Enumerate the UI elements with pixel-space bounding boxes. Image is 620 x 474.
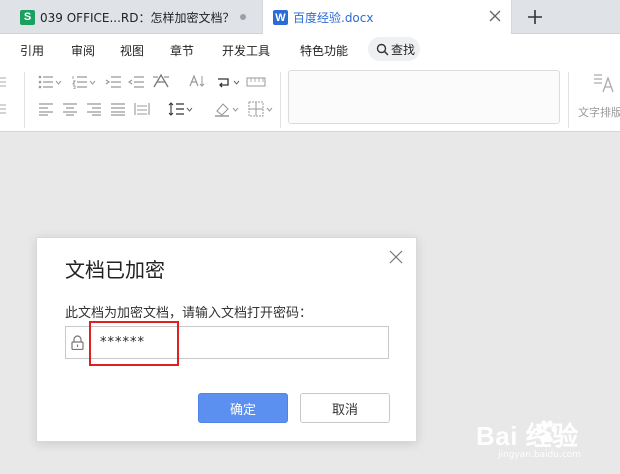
distributed-align-icon[interactable]	[134, 102, 150, 116]
unsaved-dot-icon	[240, 14, 246, 20]
dialog-message: 此文档为加密文档，请输入文档打开密码：	[65, 306, 313, 321]
watermark-brand: Bai 经验	[476, 421, 579, 451]
spreadsheet-icon: S	[20, 9, 35, 25]
chinese-layout-icon[interactable]	[152, 73, 170, 89]
style-dropdown-icon[interactable]	[0, 75, 8, 89]
menu-item-references[interactable]: 引用	[20, 42, 44, 59]
table-ruler-icon[interactable]	[246, 75, 266, 89]
watermark-url: jingyan.baidu.com	[498, 450, 582, 460]
search-button[interactable]: 查找	[368, 37, 420, 61]
tab-title: 039 OFFICE...RD：怎样加密文档？	[40, 10, 235, 25]
writer-doc-icon: W	[273, 10, 288, 25]
text-direction-icon[interactable]	[188, 74, 208, 88]
menu-item-section[interactable]: 章节	[170, 42, 194, 59]
search-icon	[376, 43, 389, 56]
lock-icon	[71, 335, 84, 350]
password-input[interactable]	[91, 327, 388, 358]
text-layout-label[interactable]: 文字排版	[578, 104, 620, 120]
tab-bar: S 039 OFFICE...RD：怎样加密文档？ W 百度经验.docx	[0, 0, 620, 35]
style-gallery[interactable]	[288, 70, 560, 124]
decrease-indent-icon[interactable]	[105, 75, 121, 89]
close-tab-icon[interactable]	[487, 8, 503, 24]
ribbon-toolbar: 文字排版	[0, 64, 620, 132]
numbered-list-icon[interactable]	[72, 75, 96, 89]
search-label: 查找	[391, 42, 416, 57]
align-center-icon[interactable]	[62, 102, 78, 116]
line-spacing-icon[interactable]	[168, 101, 194, 117]
toolbar-divider	[24, 72, 25, 128]
justify-icon[interactable]	[110, 102, 126, 116]
align-right-icon[interactable]	[86, 102, 102, 116]
lock-icon-box	[66, 327, 90, 358]
close-dialog-icon[interactable]	[389, 250, 403, 264]
menu-item-special-features[interactable]: 特色功能	[300, 42, 348, 59]
menu-item-developer[interactable]: 开发工具	[222, 42, 270, 59]
line-break-icon[interactable]	[216, 75, 240, 89]
text-layout-icon[interactable]	[593, 72, 615, 94]
password-field	[65, 326, 389, 359]
tab-document[interactable]: W 百度经验.docx	[262, 0, 512, 35]
baidu-jingyan-watermark: Bai 经验 jingyan.baidu.com	[476, 414, 616, 470]
increase-indent-icon[interactable]	[128, 75, 144, 89]
shading-icon[interactable]	[214, 101, 240, 117]
menu-item-view[interactable]: 视图	[120, 42, 144, 59]
bullet-list-icon[interactable]	[38, 75, 62, 89]
password-dialog: 文档已加密 此文档为加密文档，请输入文档打开密码： 确定 取消	[36, 237, 417, 442]
toolbar-divider	[280, 72, 281, 128]
tab-spreadsheet[interactable]: S 039 OFFICE...RD：怎样加密文档？	[14, 0, 262, 34]
dialog-title: 文档已加密	[65, 258, 165, 282]
menu-item-review[interactable]: 审阅	[71, 42, 95, 59]
borders-icon[interactable]	[248, 101, 274, 117]
menu-bar: 引用 审阅 视图 章节 开发工具 特色功能	[0, 34, 620, 64]
align-left-icon[interactable]	[38, 102, 54, 116]
toolbar-divider	[568, 72, 569, 128]
style-dropdown-lower-icon[interactable]	[0, 102, 8, 116]
cancel-button[interactable]: 取消	[300, 393, 390, 423]
paw-logo-icon	[536, 420, 557, 443]
tab-title: 百度经验.docx	[293, 11, 374, 25]
new-tab-icon[interactable]	[525, 7, 545, 27]
ok-button[interactable]: 确定	[198, 393, 288, 423]
